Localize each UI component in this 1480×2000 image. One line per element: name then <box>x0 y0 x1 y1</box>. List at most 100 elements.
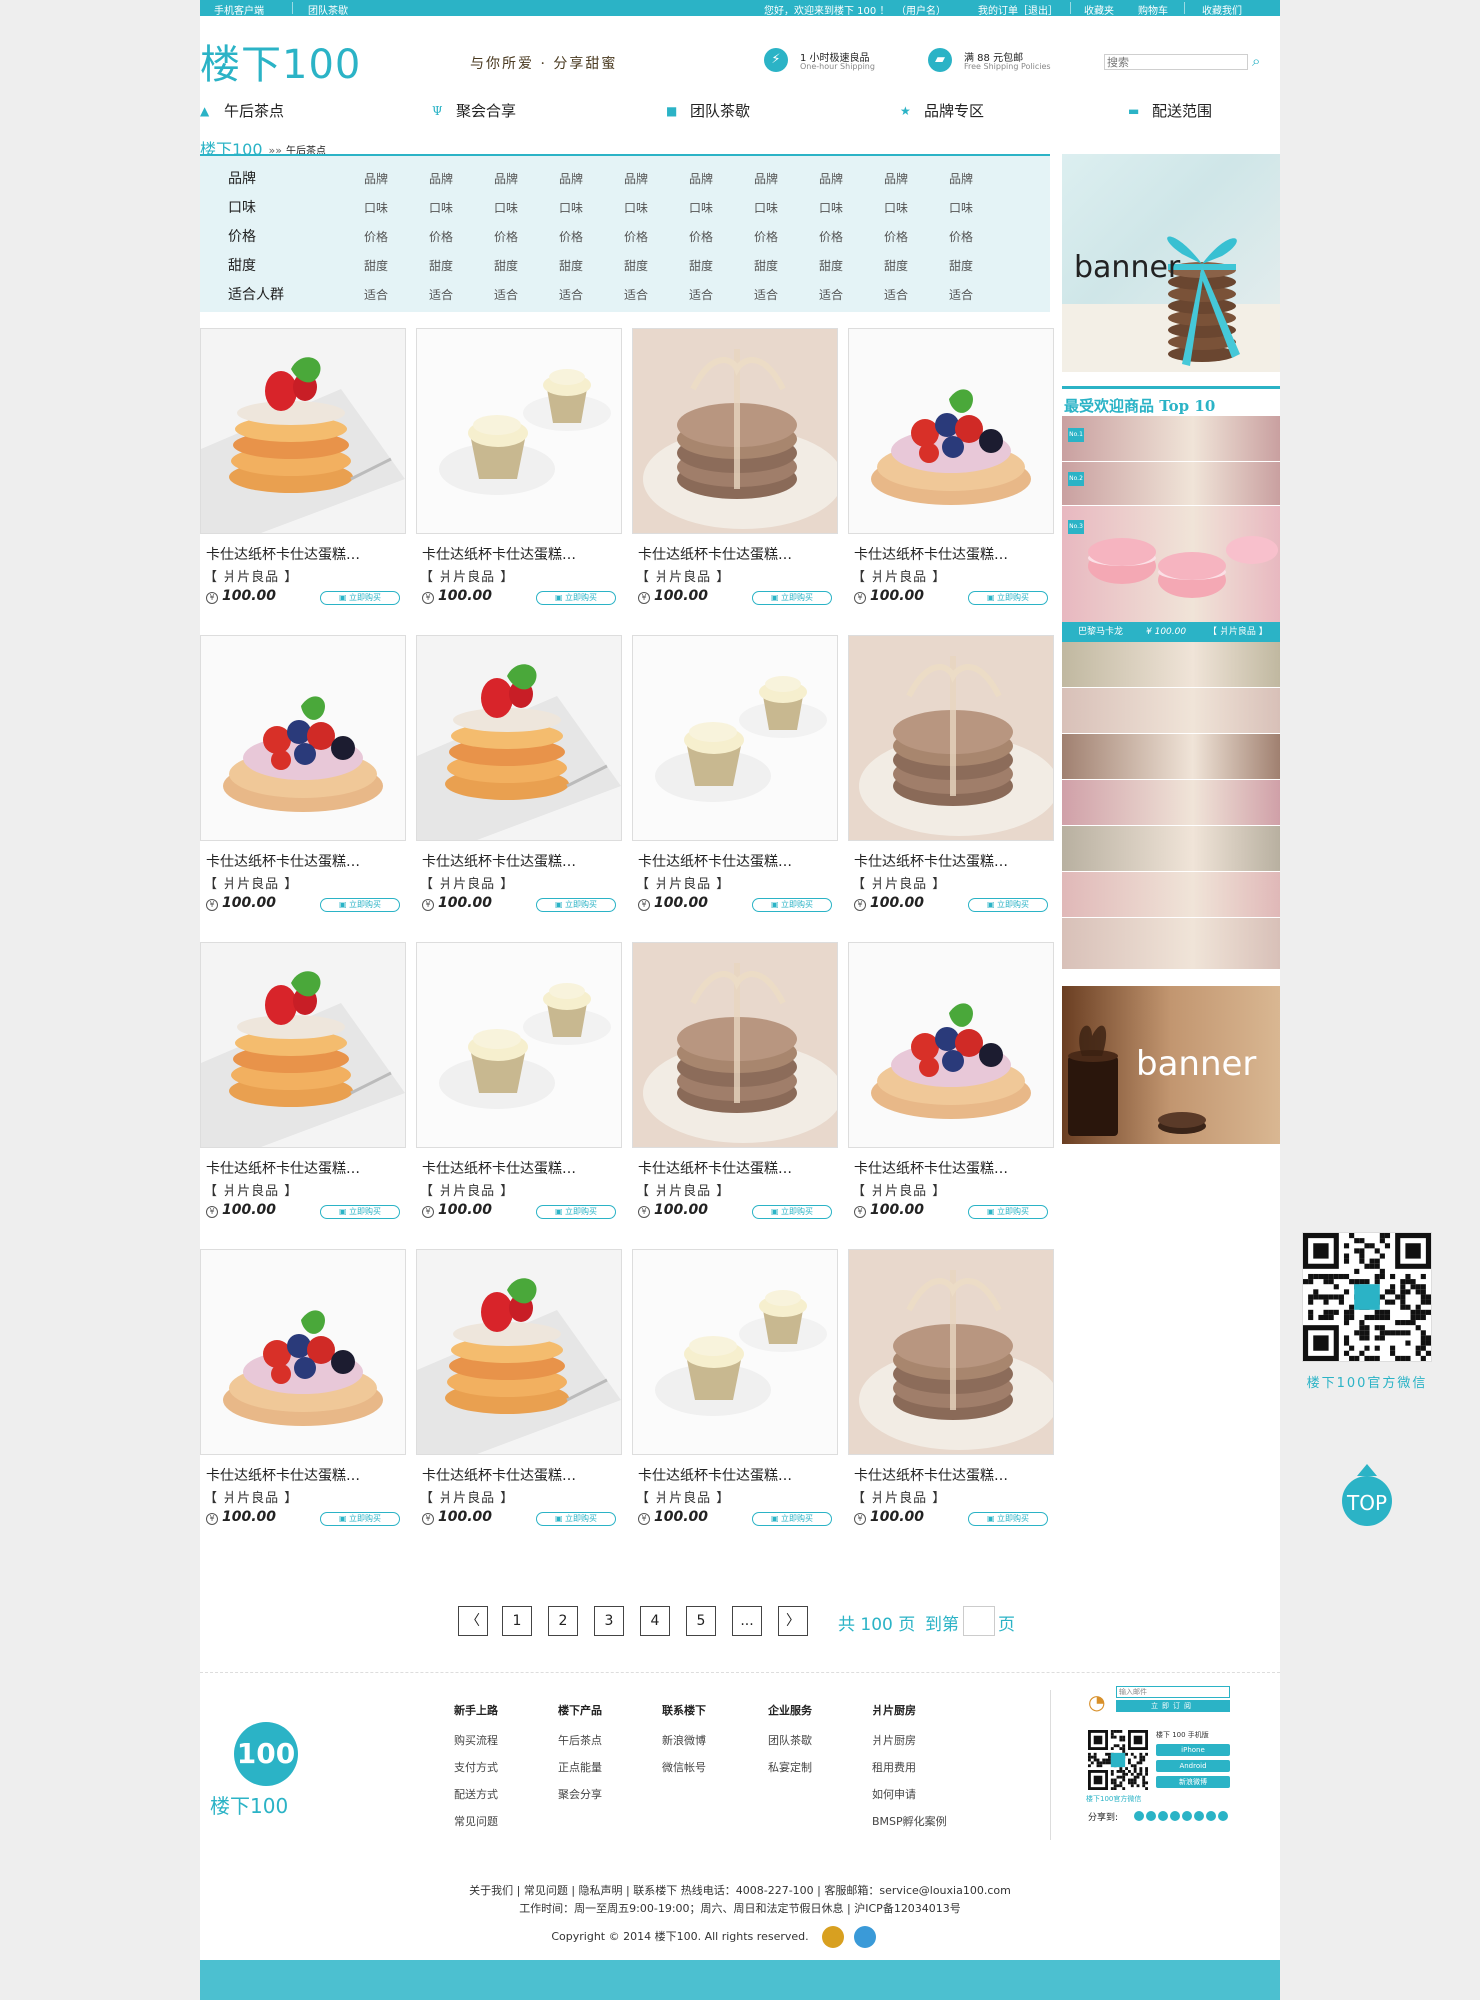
product-name[interactable]: 卡仕达纸杯卡仕达蛋糕… <box>422 1158 620 1178</box>
subscribe-email-input[interactable]: 输入邮件 <box>1116 1686 1230 1698</box>
footer-link[interactable]: 常见问题 <box>454 1813 498 1829</box>
product-card[interactable]: 卡仕达纸杯卡仕达蛋糕… 【 爿片良品 】 ¥ 100.00 ▣ 立即购买 <box>632 635 838 912</box>
buy-now-button[interactable]: ▣ 立即购买 <box>968 1512 1048 1526</box>
product-image[interactable] <box>848 1249 1054 1455</box>
buy-now-button[interactable]: ▣ 立即购买 <box>968 591 1048 605</box>
filter-option[interactable]: 甜度 <box>429 257 453 274</box>
my-orders-link[interactable]: 我的订单［退出］ <box>978 2 1058 17</box>
filter-option[interactable]: 适合 <box>884 286 908 303</box>
product-image[interactable] <box>632 942 838 1148</box>
buy-now-button[interactable]: ▣ 立即购买 <box>752 591 832 605</box>
filter-option[interactable]: 甜度 <box>624 257 648 274</box>
product-card[interactable]: 卡仕达纸杯卡仕达蛋糕… 【 爿片良品 】 ¥ 100.00 ▣ 立即购买 <box>632 328 838 605</box>
product-name[interactable]: 卡仕达纸杯卡仕达蛋糕… <box>638 544 836 564</box>
footer-link[interactable]: 新浪微博 <box>662 1732 706 1748</box>
product-name[interactable]: 卡仕达纸杯卡仕达蛋糕… <box>422 544 620 564</box>
filter-option[interactable]: 口味 <box>754 199 778 216</box>
buy-now-button[interactable]: ▣ 立即购买 <box>536 591 616 605</box>
share-wechat-icon[interactable] <box>1194 1811 1204 1821</box>
product-name[interactable]: 卡仕达纸杯卡仕达蛋糕… <box>206 851 404 871</box>
filter-option[interactable]: 品牌 <box>689 170 713 187</box>
product-name[interactable]: 卡仕达纸杯卡仕达蛋糕… <box>206 544 404 564</box>
filter-option[interactable]: 品牌 <box>559 170 583 187</box>
filter-option[interactable]: 价格 <box>559 228 583 245</box>
filter-option[interactable]: 价格 <box>494 228 518 245</box>
nav-party[interactable]: Ψ 聚会合享 <box>432 100 516 122</box>
filter-option[interactable]: 品牌 <box>819 170 843 187</box>
product-image[interactable] <box>632 635 838 841</box>
filter-option[interactable]: 适合 <box>949 286 973 303</box>
sidebar-banner-bottom[interactable]: banner <box>1062 986 1280 1144</box>
buy-now-button[interactable]: ▣ 立即购买 <box>536 1512 616 1526</box>
filter-option[interactable]: 甜度 <box>819 257 843 274</box>
filter-option[interactable]: 口味 <box>819 199 843 216</box>
product-name[interactable]: 卡仕达纸杯卡仕达蛋糕… <box>638 1465 836 1485</box>
footer-link[interactable]: 午后茶点 <box>558 1732 602 1748</box>
buy-now-button[interactable]: ▣ 立即购买 <box>320 898 400 912</box>
product-name[interactable]: 卡仕达纸杯卡仕达蛋糕… <box>854 1465 1052 1485</box>
product-image[interactable] <box>848 942 1054 1148</box>
search-icon[interactable]: ⌕ <box>1252 52 1270 70</box>
filter-option[interactable]: 适合 <box>819 286 843 303</box>
cart-link[interactable]: 购物车 <box>1138 2 1168 17</box>
product-card[interactable]: 卡仕达纸杯卡仕达蛋糕… 【 爿片良品 】 ¥ 100.00 ▣ 立即购买 <box>416 1249 622 1526</box>
filter-option[interactable]: 口味 <box>949 199 973 216</box>
product-card[interactable]: 卡仕达纸杯卡仕达蛋糕… 【 爿片良品 】 ¥ 100.00 ▣ 立即购买 <box>200 635 406 912</box>
product-image[interactable] <box>416 635 622 841</box>
buy-now-button[interactable]: ▣ 立即购买 <box>752 898 832 912</box>
bookmark-link[interactable]: 收藏我们 <box>1202 2 1242 17</box>
share-tencent-icon[interactable] <box>1158 1811 1168 1821</box>
product-name[interactable]: 卡仕达纸杯卡仕达蛋糕… <box>422 1465 620 1485</box>
filter-option[interactable]: 价格 <box>754 228 778 245</box>
subscribe-button[interactable]: 立即订阅 <box>1116 1700 1230 1712</box>
nav-brands[interactable]: ★ 品牌专区 <box>900 100 984 122</box>
back-to-top-button[interactable]: TOP <box>1342 1476 1392 1526</box>
filter-option[interactable]: 口味 <box>559 199 583 216</box>
top10-item[interactable] <box>1062 688 1280 734</box>
product-image[interactable] <box>848 328 1054 534</box>
filter-option[interactable]: 价格 <box>624 228 648 245</box>
filter-option[interactable]: 品牌 <box>754 170 778 187</box>
product-card[interactable]: 卡仕达纸杯卡仕达蛋糕… 【 爿片良品 】 ¥ 100.00 ▣ 立即购买 <box>416 635 622 912</box>
filter-option[interactable]: 价格 <box>949 228 973 245</box>
filter-option[interactable]: 价格 <box>429 228 453 245</box>
footer-link[interactable]: 正点能量 <box>558 1759 602 1775</box>
share-email-icon[interactable] <box>1206 1811 1216 1821</box>
favorites-link[interactable]: 收藏夹 <box>1084 2 1114 17</box>
filter-option[interactable]: 价格 <box>884 228 908 245</box>
page-button[interactable]: 5 <box>686 1606 716 1636</box>
nav-afternoon-tea[interactable]: ▲ 午后茶点 <box>200 100 284 122</box>
filter-option[interactable]: 甜度 <box>754 257 778 274</box>
filter-option[interactable]: 适合 <box>364 286 388 303</box>
footer-link[interactable]: 如何申请 <box>872 1786 916 1802</box>
filter-option[interactable]: 适合 <box>494 286 518 303</box>
footer-link[interactable]: 团队茶歇 <box>768 1732 812 1748</box>
team-tea-link[interactable]: 团队茶歇 <box>308 2 348 17</box>
footer-link[interactable]: 配送方式 <box>454 1786 498 1802</box>
footer-link[interactable]: 支付方式 <box>454 1759 498 1775</box>
filter-option[interactable]: 口味 <box>364 199 388 216</box>
page-button[interactable]: 1 <box>502 1606 532 1636</box>
sidebar-banner-top[interactable]: banner <box>1062 154 1280 372</box>
buy-now-button[interactable]: ▣ 立即购买 <box>968 898 1048 912</box>
filter-option[interactable]: 甜度 <box>884 257 908 274</box>
filter-option[interactable]: 甜度 <box>494 257 518 274</box>
share-douban-icon[interactable] <box>1182 1811 1192 1821</box>
product-name[interactable]: 卡仕达纸杯卡仕达蛋糕… <box>638 1158 836 1178</box>
page-button[interactable]: 3 <box>594 1606 624 1636</box>
site-logo[interactable]: 楼下100 <box>200 32 361 90</box>
filter-option[interactable]: 适合 <box>624 286 648 303</box>
share-weibo-icon[interactable] <box>1134 1811 1144 1821</box>
filter-option[interactable]: 价格 <box>689 228 713 245</box>
product-name[interactable]: 卡仕达纸杯卡仕达蛋糕… <box>854 544 1052 564</box>
product-name[interactable]: 卡仕达纸杯卡仕达蛋糕… <box>638 851 836 871</box>
product-card[interactable]: 卡仕达纸杯卡仕达蛋糕… 【 爿片良品 】 ¥ 100.00 ▣ 立即购买 <box>416 942 622 1219</box>
page-button[interactable]: ... <box>732 1606 762 1636</box>
share-renren-icon[interactable] <box>1170 1811 1180 1821</box>
product-image[interactable] <box>200 328 406 534</box>
next-page-button[interactable]: 〉 <box>778 1606 808 1636</box>
page-button[interactable]: 2 <box>548 1606 578 1636</box>
buy-now-button[interactable]: ▣ 立即购买 <box>752 1205 832 1219</box>
product-card[interactable]: 卡仕达纸杯卡仕达蛋糕… 【 爿片良品 】 ¥ 100.00 ▣ 立即购买 <box>848 1249 1054 1526</box>
top10-item[interactable] <box>1062 780 1280 826</box>
